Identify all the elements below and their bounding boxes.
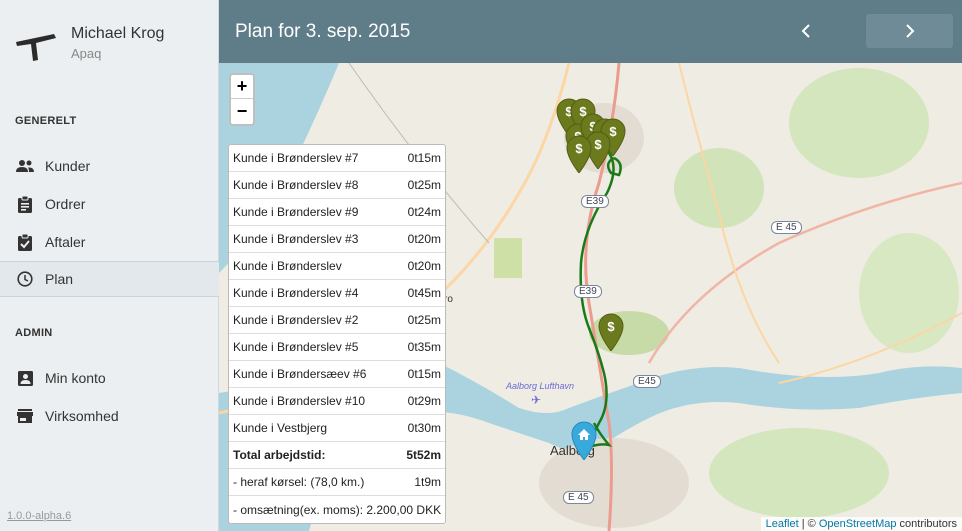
page-title: Plan for 3. sep. 2015 <box>235 21 411 42</box>
row-duration: 0t25m <box>407 178 441 192</box>
row-duration: 0t20m <box>407 259 441 273</box>
sidebar-item-label: Kunder <box>45 158 91 174</box>
row-duration: 5t52m <box>406 448 441 462</box>
svg-text:$: $ <box>594 137 602 152</box>
zoom-control: + − <box>229 73 255 126</box>
map-attribution: Leaflet | © OpenStreetMap contributors <box>760 517 962 531</box>
sidebar: Michael Krog Apaq GENERELT Kunder Ordrer… <box>0 0 219 531</box>
account-box-icon <box>16 369 34 387</box>
row-customer-name: Total arbejdstid: <box>233 448 326 462</box>
row-duration: 1t9m <box>414 475 441 489</box>
customer-marker[interactable]: $ <box>565 135 593 174</box>
sidebar-item-virksomhed[interactable]: Virksomhed <box>0 398 219 434</box>
section-title-admin: ADMIN <box>15 327 53 339</box>
page-header: Plan for 3. sep. 2015 <box>219 0 962 63</box>
dollar-icon: $ <box>598 313 624 352</box>
customer-marker[interactable]: $ <box>597 313 625 352</box>
road-label-e45: E 45 <box>563 491 594 504</box>
road-label-e45: E45 <box>633 375 661 388</box>
user-company: Apaq <box>71 46 102 61</box>
sidebar-item-label: Min konto <box>45 370 106 386</box>
attribution-suffix: contributors <box>896 518 957 530</box>
road-label-e39: E39 <box>581 195 609 208</box>
sidebar-item-ordrer[interactable]: Ordrer <box>0 186 219 222</box>
leaflet-link[interactable]: Leaflet <box>766 518 799 530</box>
row-customer-name: Kunde i Brønderslev #5 <box>233 340 359 354</box>
table-row[interactable]: Kunde i Brønderslev #10 0t29m <box>229 388 445 415</box>
user-name: Michael Krog <box>71 25 165 42</box>
user-profile: Michael Krog Apaq <box>0 0 219 80</box>
people-icon <box>16 157 34 175</box>
table-row[interactable]: - omsætning(ex. moms): 2.200,00 DKK <box>229 496 445 523</box>
row-customer-name: Kunde i Vestbjerg <box>233 421 328 435</box>
zoom-in-button[interactable]: + <box>231 75 253 99</box>
next-day-button[interactable] <box>866 14 953 48</box>
svg-text:$: $ <box>575 141 583 156</box>
home-marker[interactable] <box>570 420 598 461</box>
table-row[interactable]: Kunde i Brønderslev #3 0t20m <box>229 226 445 253</box>
row-duration: 0t29m <box>407 394 441 408</box>
row-customer-name: Kunde i Brønderslev #7 <box>233 151 359 165</box>
row-duration: 0t30m <box>407 421 441 435</box>
road-label-e39: E39 <box>574 285 602 298</box>
table-row[interactable]: Kunde i Brønderslev #9 0t24m <box>229 199 445 226</box>
row-customer-name: Kunde i Brønderslev <box>233 259 342 273</box>
row-duration: 0t15m <box>407 367 441 381</box>
row-customer-name: Kunde i Brønderslev #8 <box>233 178 359 192</box>
row-customer-name: Kunde i Brønderslev #10 <box>233 394 366 408</box>
table-row[interactable]: Kunde i Brønderslev #5 0t35m <box>229 334 445 361</box>
attribution-separator: | © <box>798 518 819 530</box>
row-customer-name: Kunde i Brønderslev #9 <box>233 205 359 219</box>
sidebar-item-min-konto[interactable]: Min konto <box>0 360 219 396</box>
row-customer-name: - heraf kørsel: (78,0 km.) <box>233 475 365 489</box>
zoom-out-button[interactable]: − <box>231 99 253 123</box>
table-row[interactable]: - heraf kørsel: (78,0 km.) 1t9m <box>229 469 445 496</box>
row-customer-name: Kunde i Brønderslev #2 <box>233 313 359 327</box>
sidebar-item-aftaler[interactable]: Aftaler <box>0 224 219 260</box>
table-row[interactable]: Kunde i Brøndersæev #6 0t15m <box>229 361 445 388</box>
version-link[interactable]: 1.0.0-alpha.6 <box>7 510 71 522</box>
row-duration: 0t45m <box>407 286 441 300</box>
sidebar-item-label: Aftaler <box>45 234 86 250</box>
row-duration: 0t24m <box>407 205 441 219</box>
svg-text:$: $ <box>607 319 615 334</box>
sidebar-item-label: Plan <box>45 271 74 287</box>
previous-day-button[interactable] <box>779 14 833 48</box>
section-title-general: GENERELT <box>15 115 77 127</box>
table-row[interactable]: Kunde i Brønderslev 0t20m <box>229 253 445 280</box>
osm-link[interactable]: OpenStreetMap <box>819 518 897 530</box>
store-icon <box>16 407 34 425</box>
sidebar-item-label: Virksomhed <box>45 408 119 424</box>
table-row[interactable]: Kunde i Brønderslev #8 0t25m <box>229 172 445 199</box>
row-duration: 0t25m <box>407 313 441 327</box>
table-row[interactable]: Total arbejdstid: 5t52m <box>229 442 445 469</box>
chevron-right-icon <box>905 24 914 38</box>
table-row[interactable]: Kunde i Brønderslev #2 0t25m <box>229 307 445 334</box>
airport-label: Aalborg Lufthavn <box>506 381 575 391</box>
road-label-e45: E 45 <box>771 221 802 234</box>
table-row[interactable]: Kunde i Brønderslev #4 0t45m <box>229 280 445 307</box>
row-customer-name: Kunde i Brøndersæev #6 <box>233 367 367 381</box>
row-duration: 0t20m <box>407 232 441 246</box>
home-icon <box>571 421 597 461</box>
row-customer-name: Kunde i Brønderslev #4 <box>233 286 359 300</box>
clipboard-check-icon <box>16 233 34 251</box>
row-customer-name: - omsætning(ex. moms): 2.200,00 DKK <box>233 502 442 517</box>
sidebar-item-kunder[interactable]: Kunder <box>0 148 219 184</box>
row-duration: 0t15m <box>407 151 441 165</box>
table-row[interactable]: Kunde i Vestbjerg 0t30m <box>229 415 445 442</box>
plan-summary-table: Kunde i Brønderslev #7 0t15m Kunde i Brønd… <box>228 144 446 524</box>
table-row[interactable]: Kunde i Brønderslev #7 0t15m <box>229 145 445 172</box>
dollar-icon: $ <box>566 135 592 174</box>
chevron-left-icon <box>801 24 810 38</box>
row-customer-name: Kunde i Brønderslev #3 <box>233 232 359 246</box>
logo-icon <box>16 34 56 61</box>
sidebar-item-plan[interactable]: Plan <box>0 261 219 297</box>
clipboard-icon <box>16 195 34 213</box>
airport-icon: ✈ <box>531 393 542 407</box>
row-duration: 0t35m <box>407 340 441 354</box>
clock-icon <box>16 270 34 288</box>
sidebar-item-label: Ordrer <box>45 196 86 212</box>
